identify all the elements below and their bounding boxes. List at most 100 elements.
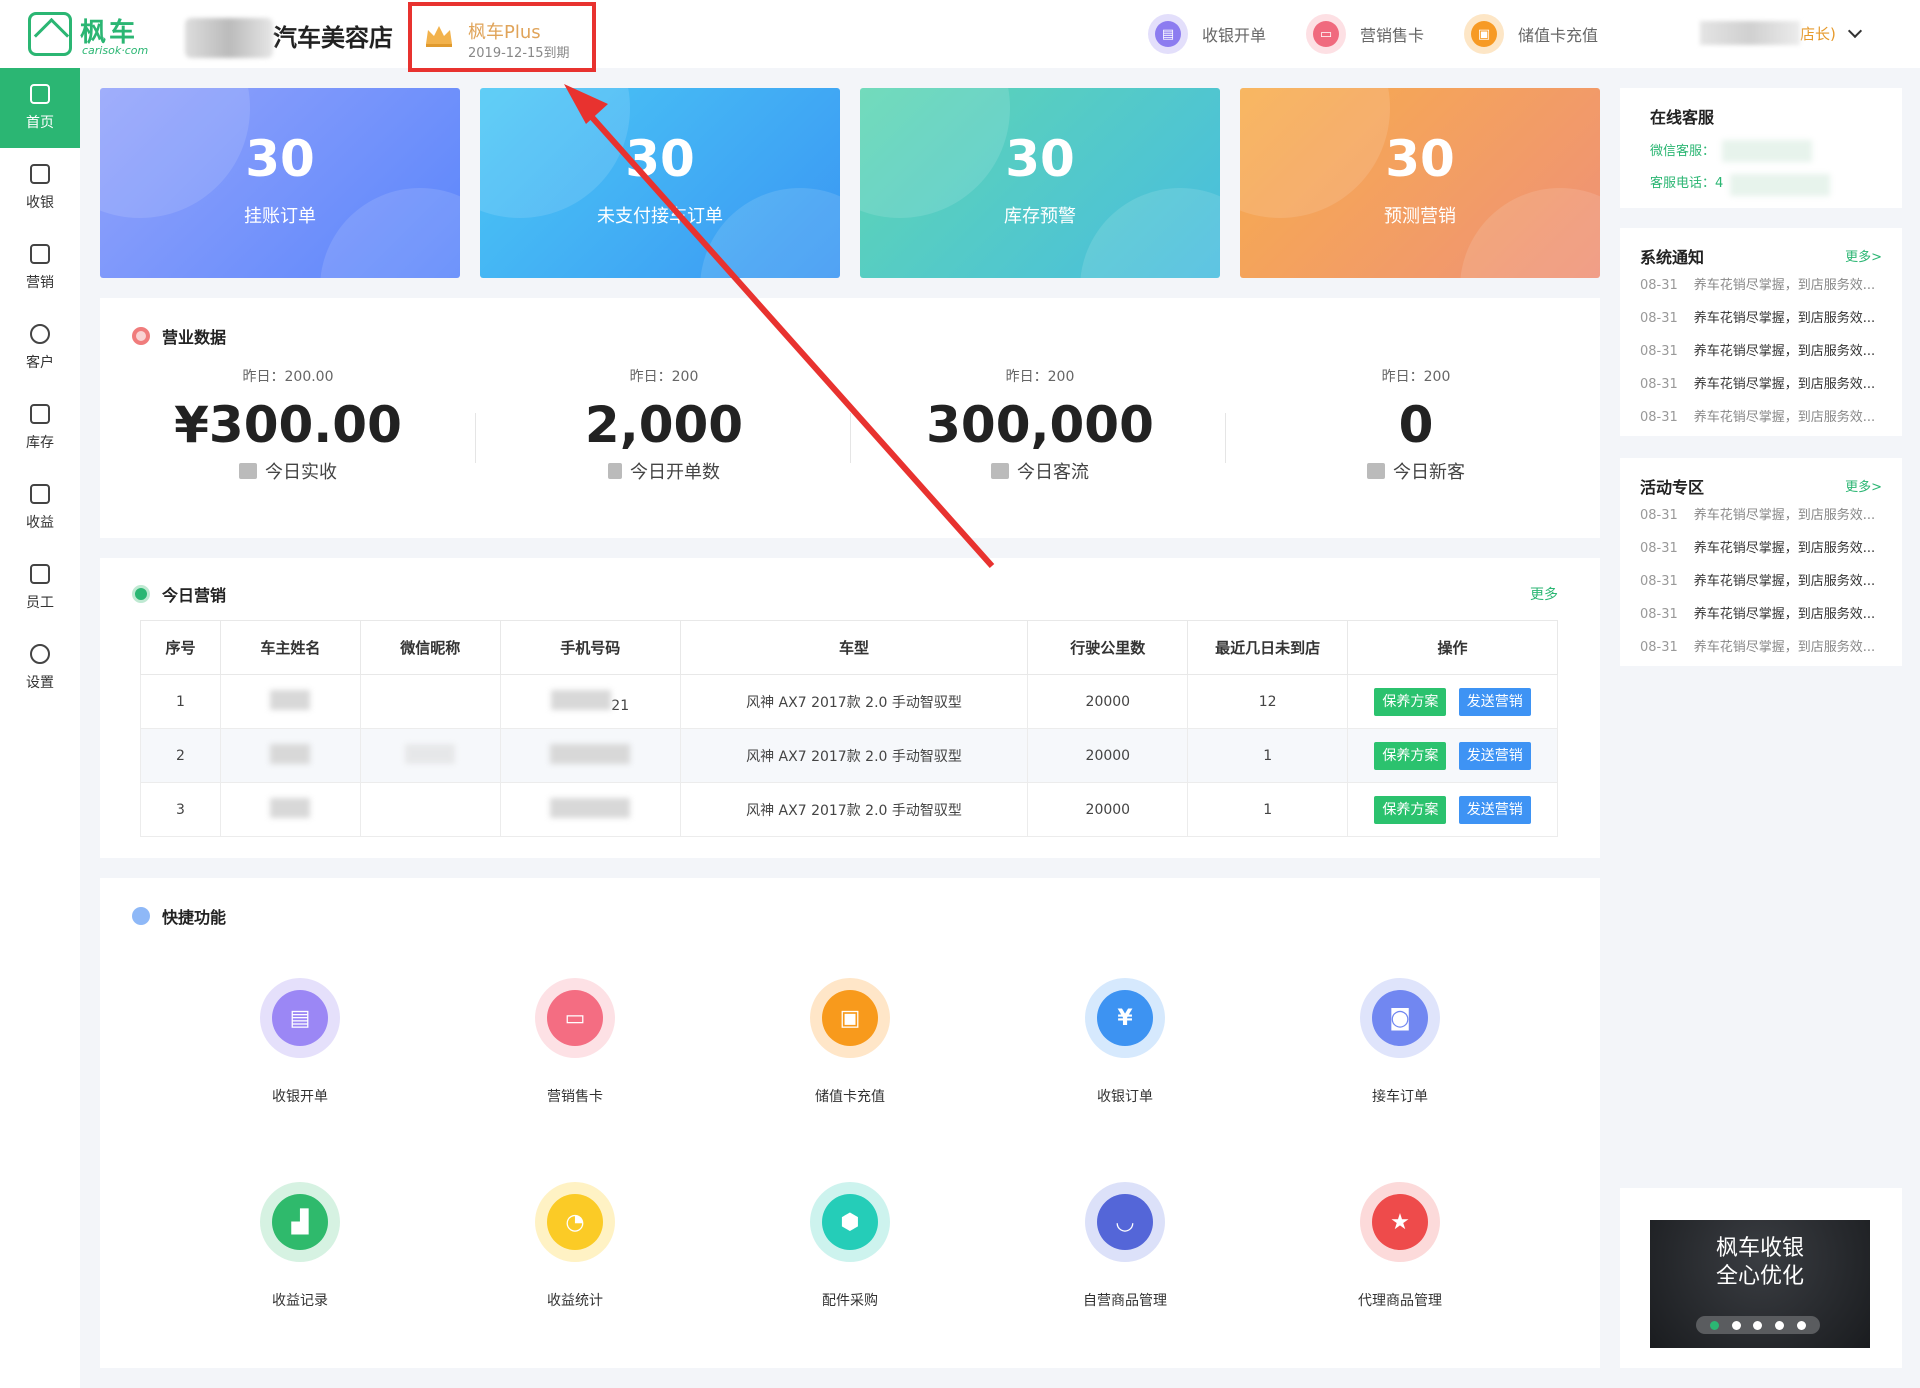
header-action-cashier[interactable]: ▤ 收银开单 [1148,14,1266,54]
carousel-dot[interactable] [1796,1320,1806,1330]
stat-value: 30 [625,130,695,188]
quick-pickup-orders[interactable]: ◙ 接车订单 [1330,978,1470,1106]
plus-title: 枫车Plus [468,22,541,43]
activities-more-link[interactable]: 更多> [1845,476,1882,495]
bag-icon: ◡ [1085,1182,1165,1262]
notice-item[interactable]: 08-31 养车花销尽掌握，到店服务效... [1640,340,1890,359]
quick-cashier[interactable]: ▤ 收银开单 [230,978,370,1106]
chart-icon [30,484,50,504]
system-notices-panel: 系统通知 更多> 08-31 养车花销尽掌握，到店服务效... 08-31 养车花销… [1620,228,1902,436]
stat-value: 30 [1005,130,1075,188]
ticket-icon [30,244,50,264]
logo[interactable]: 枫车 carisok·com [28,12,163,57]
table-row: 3 风神 AX7 2017款 2.0 手动智驭型 20000 1 保养方案 发送… [140,782,1558,837]
sidebar-item-customer[interactable]: 客户 [0,308,80,388]
marketing-more-link[interactable]: 更多 [1530,584,1558,604]
clock-icon [132,327,150,345]
sidebar-item-inventory[interactable]: 库存 [0,388,80,468]
sidebar-item-home[interactable]: 首页 [0,68,80,148]
maintenance-plan-button[interactable]: 保养方案 [1374,687,1447,716]
wallet-icon: ▣ [1464,14,1504,54]
promo-banner[interactable]: 枫车收银 全心优化 [1650,1220,1870,1348]
carousel-dot[interactable] [1731,1320,1741,1330]
activity-item[interactable]: 08-31 养车花销尽掌握，到店服务效... [1640,570,1890,589]
sidebar-item-revenue[interactable]: 收益 [0,468,80,548]
header-action-recharge[interactable]: ▣ 储值卡充值 [1464,14,1598,54]
send-marketing-button[interactable]: 发送营销 [1458,741,1531,770]
crown-icon [426,26,452,47]
pie-chart-icon: ◔ [535,1182,615,1262]
blurred-owner-name [270,797,311,818]
stat-label: 挂账订单 [244,206,316,227]
maintenance-plan-button[interactable]: 保养方案 [1374,795,1447,824]
user-menu[interactable]: 店长) [1700,20,1862,46]
activity-item[interactable]: 08-31 养车花销尽掌握，到店服务效... [1640,636,1890,655]
blurred-shop-prefix [185,18,273,58]
quick-recharge[interactable]: ▣ 储值卡充值 [780,978,920,1106]
marketing-table: 序号 车主姓名 微信昵称 手机号码 车型 行驶公里数 最近几日未到店 操作 1 … [140,620,1558,837]
logo-icon [28,12,72,56]
chevron-down-icon [1847,23,1862,38]
cs-phone[interactable]: 客服电话：4 [1650,172,1723,191]
panel-title: 营业数据 [132,324,226,348]
biz-orders: 昨日：200 2,000 今日开单数 [584,369,744,483]
bar-chart-icon [1367,463,1385,479]
monitor-yen-icon: ¥ [1085,978,1165,1058]
carousel-dot[interactable] [1753,1320,1763,1330]
activity-item[interactable]: 08-31 养车花销尽掌握，到店服务效... [1640,603,1890,622]
cash-icon [239,463,257,479]
blurred-wechat [405,743,456,764]
send-marketing-button[interactable]: 发送营销 [1458,795,1531,824]
stat-card-forecast-marketing[interactable]: 30 预测营销 [1240,88,1600,278]
grid-icon [132,907,150,925]
cs-wechat[interactable]: 微信客服： [1650,140,1715,159]
customer-service-panel: 在线客服 微信客服： 客服电话：4 [1620,88,1902,208]
wallet-icon: ▣ [810,978,890,1058]
yen-icon [30,164,50,184]
quick-cashier-orders[interactable]: ¥ 收银订单 [1055,978,1195,1106]
sidebar-item-cashier[interactable]: 收银 [0,148,80,228]
quick-own-goods[interactable]: ◡ 自营商品管理 [1055,1182,1195,1310]
user-role: 店长) [1800,24,1836,43]
quick-agent-goods[interactable]: ★ 代理商品管理 [1330,1182,1470,1310]
quick-sell-card[interactable]: ▭ 营销售卡 [505,978,645,1106]
header-action-card[interactable]: ▭ 营销售卡 [1306,14,1424,54]
activity-item[interactable]: 08-31 养车花销尽掌握，到店服务效... [1640,537,1890,556]
flag-icon [132,585,150,603]
send-marketing-button[interactable]: 发送营销 [1458,687,1531,716]
logo-subtext: carisok·com [82,44,149,57]
quick-revenue-records[interactable]: ▟ 收益记录 [230,1182,370,1310]
cs-title: 在线客服 [1650,108,1715,127]
sidebar-item-settings[interactable]: 设置 [0,628,80,708]
notice-item[interactable]: 08-31 养车花销尽掌握，到店服务效... [1640,307,1890,326]
gear-icon [30,644,50,664]
notice-item[interactable]: 08-31 养车花销尽掌握，到店服务效... [1640,406,1890,425]
growth-chart-icon: ▟ [260,1182,340,1262]
notice-item[interactable]: 08-31 养车花销尽掌握，到店服务效... [1640,274,1890,293]
quick-revenue-stats[interactable]: ◔ 收益统计 [505,1182,645,1310]
plus-expire-date: 2019-12-15到期 [468,46,570,61]
quick-parts-purchase[interactable]: ⬢ 配件采购 [780,1182,920,1310]
sidebar-item-staff[interactable]: 员工 [0,548,80,628]
blurred-owner-name [270,743,311,764]
notices-more-link[interactable]: 更多> [1845,246,1882,265]
activity-item[interactable]: 08-31 养车花销尽掌握，到店服务效... [1640,504,1890,523]
stat-label: 预测营销 [1384,206,1456,227]
biz-new-customers: 昨日：200 0 今日新客 [1228,366,1604,484]
carousel-dot[interactable] [1710,1320,1720,1330]
carousel-dot[interactable] [1775,1320,1785,1330]
stat-value: 30 [245,130,315,188]
today-marketing-panel: 今日营销 更多 序号 车主姓名 微信昵称 手机号码 车型 行驶公里数 最近几日未… [100,558,1600,858]
stat-card-stock-alert[interactable]: 30 库存预警 [860,88,1220,278]
maintenance-plan-button[interactable]: 保养方案 [1374,741,1447,770]
carousel-dots [1696,1316,1820,1334]
box-icon [30,404,50,424]
top-header: 枫车 carisok·com 汽车美容店 枫车Plus 2019-12-15到期… [0,0,1920,72]
plus-membership-badge[interactable]: 枫车Plus 2019-12-15到期 [408,2,596,72]
quick-functions-panel: 快捷功能 ▤ 收银开单 ▭ 营销售卡 ▣ 储值卡充值 ¥ 收银订单 ◙ 接车订单… [100,878,1600,1368]
stat-card-unpaid-pickup[interactable]: 30 未支付接车订单 [480,88,840,278]
stat-card-unpaid-account[interactable]: 30 挂账订单 [100,88,460,278]
sidebar-item-marketing[interactable]: 营销 [0,228,80,308]
notice-item[interactable]: 08-31 养车花销尽掌握，到店服务效... [1640,373,1890,392]
stat-label: 未支付接车订单 [597,206,723,227]
